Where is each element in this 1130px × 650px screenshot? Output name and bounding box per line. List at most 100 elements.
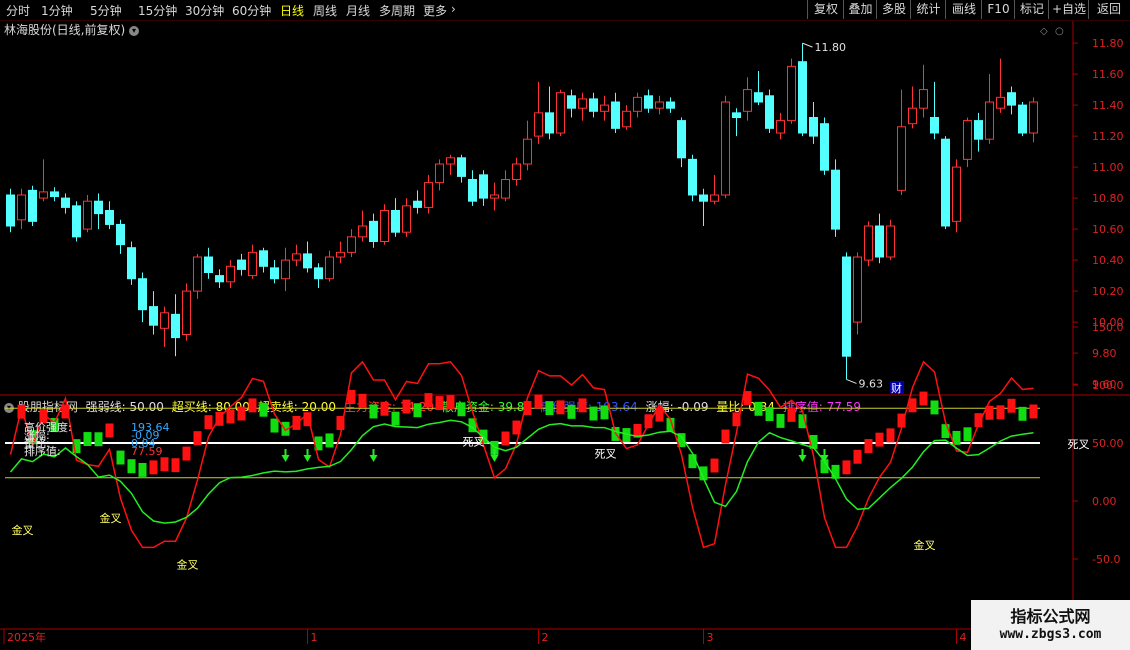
- indicator-bar: [908, 398, 917, 413]
- button-add-watchlist[interactable]: +自选: [1048, 0, 1089, 19]
- indicator-bar: [490, 440, 499, 455]
- indicator-bar: [28, 430, 37, 445]
- candle-body: [446, 157, 455, 165]
- candle-body: [523, 138, 532, 165]
- date-label: 1: [311, 631, 318, 644]
- overlay-value: 0.84: [131, 437, 156, 450]
- candle-body: [1007, 92, 1016, 106]
- candle-body: [699, 194, 708, 202]
- candle-body: [831, 169, 840, 230]
- indicator-bar: [809, 435, 818, 449]
- candle-body: [919, 89, 928, 109]
- candle-body: [666, 101, 675, 109]
- candle-body: [270, 267, 279, 280]
- indicator-bar: [699, 466, 708, 481]
- candle-body: [6, 194, 15, 227]
- indicator-lines: [9, 360, 1034, 549]
- candle-body: [314, 267, 323, 280]
- param-change: 涨幅: -0.09: [645, 400, 709, 414]
- indicator-bar: [1018, 406, 1027, 421]
- candle-body: [897, 126, 906, 191]
- period-monthly[interactable]: 月线: [346, 2, 370, 19]
- candle-body: [50, 191, 59, 198]
- dropdown-circle-icon[interactable]: ▾: [129, 25, 140, 36]
- candle-body: [787, 65, 796, 122]
- indicator-bar: [160, 457, 169, 472]
- button-back[interactable]: 返回: [1088, 0, 1129, 19]
- period-30min[interactable]: 30分钟: [185, 2, 224, 19]
- indicator-bar: [281, 421, 290, 436]
- candle-body: [39, 191, 48, 199]
- period-more[interactable]: 更多: [423, 2, 447, 19]
- candle-body: [303, 253, 312, 269]
- indicator-bar: [930, 400, 939, 415]
- button-fuquan[interactable]: 复权: [807, 0, 844, 19]
- candle-body: [413, 200, 422, 208]
- candle-body: [28, 189, 37, 222]
- period-1min[interactable]: 1分钟: [41, 2, 73, 19]
- param-sort-value: 排序值: 77.59: [782, 400, 861, 414]
- indicator-bar: [1007, 398, 1016, 413]
- overlay-value: 77.59: [131, 445, 163, 458]
- candle-body: [820, 123, 829, 171]
- candle-body: [138, 278, 147, 311]
- indicator-bar: [842, 460, 851, 475]
- candle-body: [358, 225, 367, 238]
- indicator-tick-label: -50.0: [1092, 553, 1120, 566]
- date-axis: 2025年 1 2 3 4: [3, 629, 967, 644]
- retail-funds-line: [9, 419, 1034, 524]
- period-15min[interactable]: 15分钟: [138, 2, 177, 19]
- indicator-bar: [336, 416, 345, 430]
- candle-body: [776, 120, 785, 134]
- period-5min[interactable]: 5分钟: [90, 2, 122, 19]
- candle-body: [798, 61, 807, 134]
- chart-canvas[interactable]: ◇ ○ 11.8011.6011.4011.2011.0010.8010.601…: [0, 0, 1130, 650]
- indicator-bar: [721, 429, 730, 444]
- more-chevron-icon[interactable]: ›: [451, 2, 456, 16]
- indicator-bar: [83, 432, 92, 446]
- indicator-bar: [776, 413, 785, 428]
- candle-body: [347, 236, 356, 253]
- candle-body: [578, 98, 587, 109]
- indicator-menu-icon[interactable]: ▾: [4, 402, 14, 413]
- button-duogu[interactable]: 多股: [876, 0, 911, 19]
- button-huaxian[interactable]: 画线: [945, 0, 982, 19]
- signal-label: 金叉: [12, 523, 34, 537]
- param-oversold: 超卖线: 20.00: [257, 400, 336, 414]
- candle-body: [336, 251, 345, 258]
- period-multi[interactable]: 多周期: [379, 2, 415, 19]
- down-arrow-icon: [303, 455, 312, 462]
- indicator-axis: 150.0100.050.000.00-50.0-100.0-150.0: [5, 321, 1127, 624]
- indicator-tick-label: 0.00: [1092, 495, 1117, 508]
- financial-badge: 财: [891, 381, 902, 395]
- date-label: 4: [960, 631, 967, 644]
- indicator-bar: [314, 436, 323, 451]
- button-biaoji[interactable]: 标记: [1014, 0, 1049, 19]
- period-weekly[interactable]: 周线: [313, 2, 337, 19]
- overlay-label: 排序值:: [24, 444, 61, 458]
- date-label: 2025年: [7, 630, 46, 644]
- down-arrow-icon: [281, 455, 290, 462]
- period-fenshi[interactable]: 分时: [6, 2, 30, 19]
- period-daily[interactable]: 日线: [280, 2, 304, 19]
- candle-body: [589, 98, 598, 112]
- indicator-bar: [611, 426, 620, 441]
- button-diejia[interactable]: 叠加: [843, 0, 877, 19]
- button-tongji[interactable]: 统计: [910, 0, 946, 19]
- extreme-markers: 11.80 9.63 财: [802, 41, 904, 395]
- period-toolbar: 分时 1分钟 5分钟 15分钟 30分钟 60分钟 日线 周线 月线 多周期 更…: [0, 0, 1130, 21]
- down-arrow-icon: [798, 455, 807, 462]
- candle-body: [160, 312, 169, 329]
- candle-body: [842, 256, 851, 357]
- price-tick-label: 10.40: [1092, 254, 1124, 267]
- candle-body: [622, 110, 631, 128]
- indicator-bar: [710, 458, 719, 473]
- indicator-tick-label: 150.0: [1092, 321, 1124, 334]
- indicator-bar: [512, 420, 521, 435]
- period-60min[interactable]: 60分钟: [232, 2, 271, 19]
- indicator-bar: [886, 428, 895, 443]
- button-f10[interactable]: F10: [981, 0, 1015, 19]
- candle-body: [402, 205, 411, 233]
- candle-body: [743, 89, 752, 112]
- candle-body: [908, 107, 917, 125]
